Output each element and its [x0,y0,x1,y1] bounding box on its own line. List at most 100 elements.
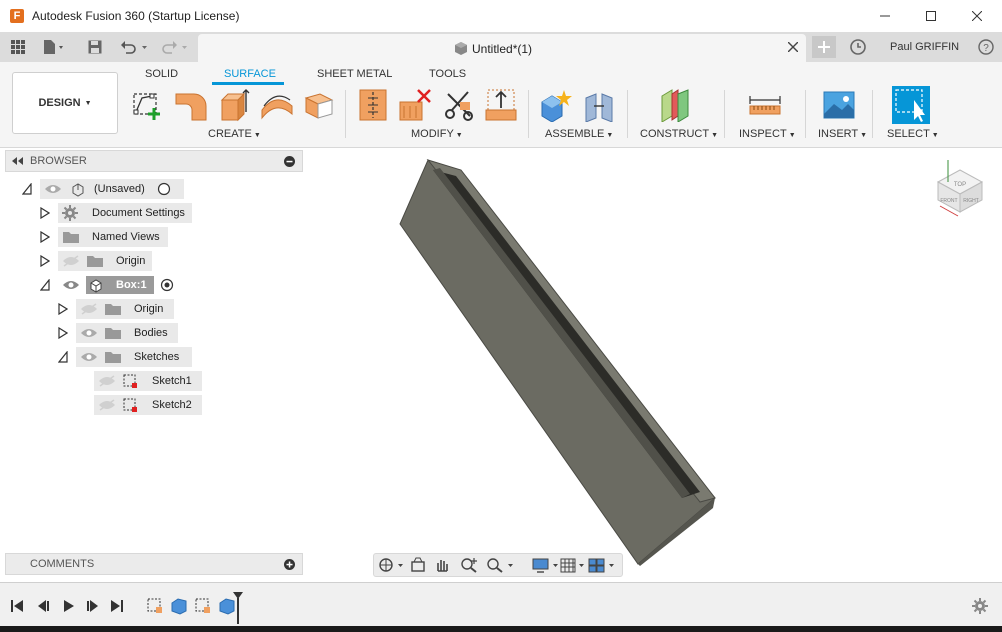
select-menu-label: SELECT [887,128,930,140]
eye-icon[interactable] [80,327,98,339]
timeline-settings-gear-icon[interactable] [972,598,988,614]
collapsed-triangle-icon[interactable] [58,327,68,339]
tree-item-root[interactable]: (Unsaved) [40,179,184,199]
trim-icon[interactable] [398,88,432,122]
collapsed-triangle-icon[interactable] [40,231,50,243]
select-icon[interactable] [892,86,930,124]
tab-sheet-metal[interactable]: SHEET METAL [317,68,392,80]
data-panel-button[interactable] [10,38,26,56]
active-radio-icon[interactable] [160,278,174,292]
insert-image-icon[interactable] [822,88,856,122]
collapsed-triangle-icon[interactable] [40,255,50,267]
expanded-triangle-icon[interactable] [22,183,32,195]
tree-item-box[interactable]: Box:1 [58,275,178,295]
tree-label-box: Box:1 [116,279,147,291]
display-settings-icon[interactable] [532,557,562,573]
maximize-button[interactable] [908,0,954,32]
expanded-triangle-icon[interactable] [40,279,50,291]
eye-hidden-icon[interactable] [98,399,116,411]
timeline-marker-icon[interactable] [232,591,244,625]
revolve-icon[interactable] [216,88,250,122]
file-menu-button[interactable] [42,38,66,56]
new-component-icon[interactable] [538,88,572,122]
workspace-switcher[interactable]: DESIGN ▼ [12,72,118,134]
eye-icon[interactable] [62,279,80,291]
offset-icon[interactable] [484,88,518,122]
eye-hidden-icon[interactable] [62,255,80,267]
activate-radio-icon[interactable] [157,182,171,196]
modify-menu[interactable]: MODIFY ▼ [411,128,463,140]
3d-viewport[interactable]: TOP FRONT RIGHT [305,148,1002,580]
create-menu-label: CREATE [208,128,252,140]
measure-icon[interactable] [748,88,782,122]
timeline-sketch-icon[interactable] [194,597,212,615]
sweep-icon[interactable] [260,88,294,122]
tree-item-bodies[interactable]: Bodies [76,323,178,343]
minimize-button[interactable] [862,0,908,32]
collapsed-triangle-icon[interactable] [40,207,50,219]
new-tab-button[interactable] [812,36,836,58]
close-window-button[interactable] [954,0,1000,32]
timeline-extrude-icon[interactable] [170,597,188,615]
go-to-end-icon[interactable] [110,599,124,613]
tab-solid[interactable]: SOLID [145,68,178,80]
orbit-icon[interactable] [378,557,406,573]
tree-item-origin[interactable]: Origin [58,251,152,271]
undo-button[interactable] [120,38,150,56]
tree-item-sketch1[interactable]: Sketch1 [94,371,202,391]
zoom-icon[interactable] [460,557,478,573]
pan-hand-icon[interactable] [434,557,450,573]
create-sketch-icon[interactable] [130,88,164,122]
folder-icon [105,352,121,363]
tab-surface[interactable]: SURFACE [224,68,276,80]
eye-hidden-icon[interactable] [80,303,98,315]
offset-plane-icon[interactable] [658,88,692,122]
expanded-triangle-icon[interactable] [58,351,68,363]
collapsed-triangle-icon[interactable] [58,303,68,315]
view-cube[interactable]: TOP FRONT RIGHT [936,160,984,217]
inspect-menu[interactable]: INSPECT ▼ [739,128,796,140]
fit-icon[interactable] [486,557,516,573]
tab-tools[interactable]: TOOLS [429,68,466,80]
comments-panel-header[interactable]: COMMENTS [5,553,303,575]
look-at-icon[interactable] [410,557,426,573]
step-back-icon[interactable] [36,599,50,613]
eye-icon[interactable] [44,183,62,195]
user-account-menu[interactable]: Paul GRIFFIN [890,41,959,53]
close-tab-button[interactable] [786,40,800,54]
timeline-sketch-icon[interactable] [146,597,164,615]
collapse-panel-icon[interactable] [12,157,24,165]
add-comment-icon[interactable] [284,559,295,570]
browser-title: BROWSER [30,155,87,167]
tree-item-sketches[interactable]: Sketches [76,347,192,367]
construct-menu[interactable]: CONSTRUCT ▼ [640,128,718,140]
split-face-icon[interactable] [442,88,476,122]
eye-hidden-icon[interactable] [98,375,116,387]
joint-icon[interactable] [582,88,616,122]
browser-panel-header[interactable]: BROWSER [5,150,303,172]
assemble-menu[interactable]: ASSEMBLE ▼ [545,128,613,140]
document-tab[interactable]: Untitled*(1) [198,34,806,62]
play-icon[interactable] [62,599,76,613]
save-button[interactable] [88,38,102,56]
redo-button[interactable] [160,38,190,56]
tree-item-document-settings[interactable]: Document Settings [58,203,192,223]
eye-icon[interactable] [80,351,98,363]
step-forward-icon[interactable] [86,599,100,613]
patch-icon[interactable] [302,88,336,122]
select-menu[interactable]: SELECT ▼ [887,128,939,140]
job-status-button[interactable] [850,38,866,56]
tree-item-sketch2[interactable]: Sketch2 [94,395,202,415]
go-to-start-icon[interactable] [10,599,24,613]
viewports-icon[interactable] [588,557,618,573]
extrude-icon[interactable] [174,88,208,122]
grid-settings-icon[interactable] [560,557,588,573]
press-pull-icon[interactable] [356,88,390,122]
tree-item-named-views[interactable]: Named Views [58,227,168,247]
create-menu[interactable]: CREATE ▼ [208,128,261,140]
insert-menu[interactable]: INSERT ▼ [818,128,867,140]
box-body[interactable] [399,159,716,566]
minimize-panel-icon[interactable] [284,156,295,167]
help-button[interactable]: ? [978,38,994,56]
tree-item-box-origin[interactable]: Origin [76,299,174,319]
